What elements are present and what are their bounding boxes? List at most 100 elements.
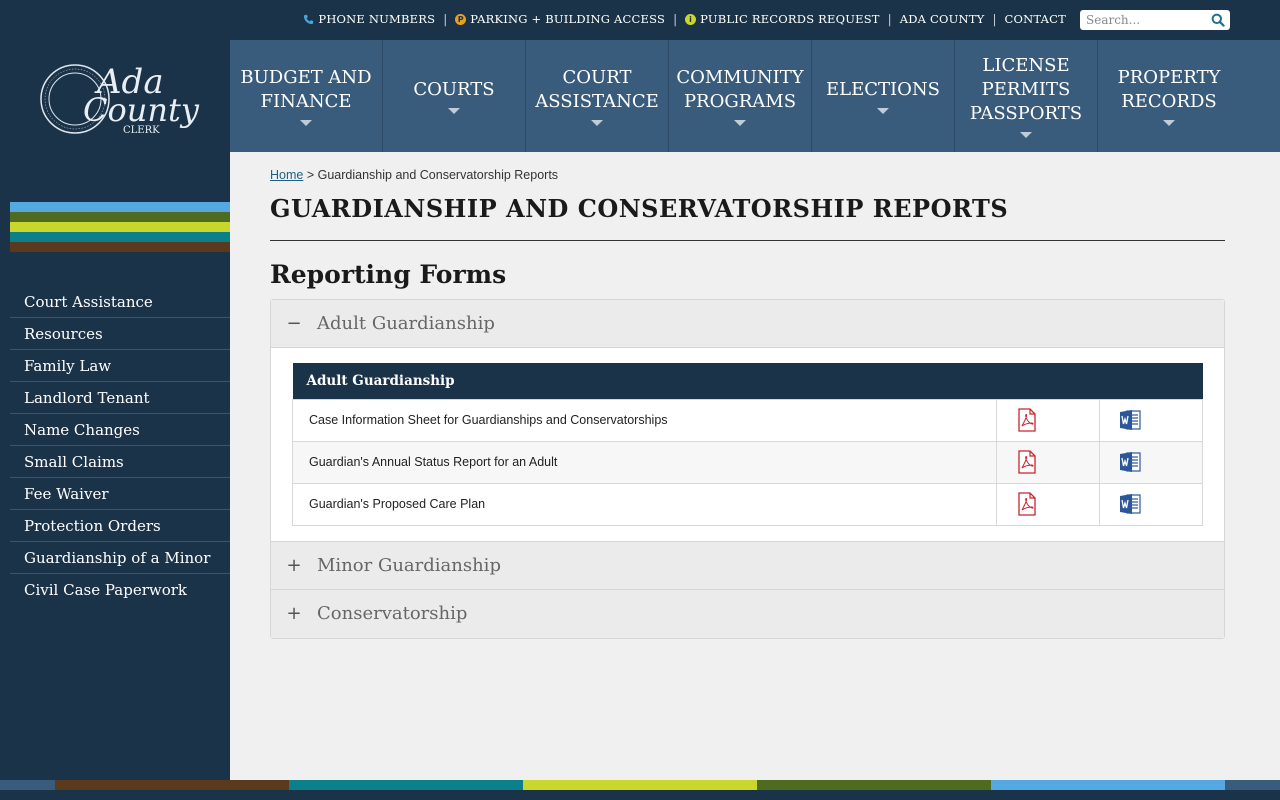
caret-down-icon	[300, 120, 312, 126]
accordion-title: Minor Guardianship	[317, 554, 501, 576]
logo-word-clerk: CLERK	[123, 125, 160, 136]
caret-down-icon	[1163, 120, 1175, 126]
phone-icon	[304, 14, 314, 24]
nav-label: PROPERTY RECORDS	[1117, 67, 1221, 112]
sidebar-item-family-law[interactable]: Family Law	[10, 350, 230, 382]
sidebar-item-fee-waiver[interactable]: Fee Waiver	[10, 478, 230, 510]
search-input[interactable]	[1086, 11, 1212, 29]
sidebar-item-court-assistance[interactable]: Court Assistance	[10, 286, 230, 318]
word-cell	[1099, 440, 1203, 484]
word-cell	[1099, 482, 1203, 526]
nav-label: COMMUNITY PROGRAMS	[676, 67, 804, 112]
parking-icon: P	[455, 13, 467, 25]
nav-elections[interactable]: ELECTIONS	[812, 40, 955, 152]
contact-link[interactable]: CONTACT	[1004, 12, 1066, 26]
caret-down-icon	[734, 120, 746, 126]
ada-county-label: ADA COUNTY	[899, 12, 985, 26]
page-title: GUARDIANSHIP AND CONSERVATORSHIP REPORTS	[270, 194, 1009, 223]
phone-numbers-label: PHONE NUMBERS	[318, 12, 436, 26]
pdf-icon[interactable]	[1015, 450, 1039, 474]
nav-property-records[interactable]: PROPERTY RECORDS	[1098, 40, 1240, 152]
caret-down-icon	[591, 120, 603, 126]
accordion-minor-guardianship-header[interactable]: + Minor Guardianship	[271, 541, 1224, 590]
pdf-cell	[996, 482, 1100, 526]
sidebar-item-resources[interactable]: Resources	[10, 318, 230, 350]
nav-community-programs[interactable]: COMMUNITY PROGRAMS	[669, 40, 812, 152]
word-icon[interactable]	[1118, 408, 1142, 432]
stripe-olive	[10, 212, 230, 222]
pdf-icon[interactable]	[1015, 492, 1039, 516]
ada-county-link[interactable]: ADA COUNTY	[900, 12, 985, 26]
stripe-lime	[10, 222, 230, 232]
nav-label: ELECTIONS	[826, 79, 940, 100]
public-records-link[interactable]: i PUBLIC RECORDS REQUEST	[685, 12, 880, 26]
sidebar-item-civil-case-paperwork[interactable]: Civil Case Paperwork	[10, 574, 230, 606]
breadcrumb-separator: >	[306, 168, 315, 182]
breadcrumb: Home > Guardianship and Conservatorship …	[270, 168, 558, 182]
search-icon[interactable]	[1211, 13, 1225, 27]
top-utility-bar: PHONE NUMBERS | P PARKING + BUILDING ACC…	[0, 0, 1280, 40]
footer-stripe-teal	[289, 780, 523, 790]
pdf-cell	[996, 398, 1100, 442]
pdf-icon[interactable]	[1015, 408, 1039, 432]
table-row: Guardian's Annual Status Report for an A…	[292, 440, 1203, 484]
utility-separator: |	[673, 12, 678, 26]
sidebar-item-name-changes[interactable]: Name Changes	[10, 414, 230, 446]
logo-word-county: County	[83, 91, 200, 129]
contact-label: CONTACT	[1004, 12, 1066, 26]
accordion-title: Conservatorship	[317, 603, 468, 624]
parking-access-link[interactable]: P PARKING + BUILDING ACCESS	[455, 12, 665, 26]
nav-court-assistance[interactable]: COURT ASSISTANCE	[526, 40, 669, 152]
sidebar-item-small-claims[interactable]: Small Claims	[10, 446, 230, 478]
utility-separator: |	[443, 12, 448, 26]
form-name: Case Information Sheet for Guardianships…	[292, 398, 997, 442]
left-column: Ada County CLERK Court Assistance Resour…	[10, 40, 230, 780]
caret-down-icon	[877, 108, 889, 114]
footer-stripe-slate	[0, 780, 55, 790]
adult-guardianship-forms-table: Adult Guardianship Case Information Shee…	[292, 363, 1203, 526]
reporting-forms-accordion: − Adult Guardianship Adult Guardianship …	[270, 299, 1225, 639]
caret-down-icon	[448, 108, 460, 114]
accordion-adult-guardianship-panel: Adult Guardianship Case Information Shee…	[271, 348, 1224, 542]
stripe-teal	[10, 232, 230, 242]
public-records-label: PUBLIC RECORDS REQUEST	[700, 12, 880, 26]
nav-courts[interactable]: COURTS	[383, 40, 526, 152]
sidebar-item-guardianship-minor[interactable]: Guardianship of a Minor	[10, 542, 230, 574]
form-name: Guardian's Annual Status Report for an A…	[292, 440, 997, 484]
breadcrumb-current: Guardianship and Conservatorship Reports	[317, 168, 559, 182]
word-cell	[1099, 398, 1203, 442]
nav-license-permits-passports[interactable]: LICENSE PERMITS PASSPORTS	[955, 40, 1098, 152]
accordion-conservatorship-header[interactable]: + Conservatorship	[271, 589, 1224, 638]
search-box	[1080, 10, 1230, 30]
phone-numbers-link[interactable]: PHONE NUMBERS	[303, 12, 435, 26]
main-content: Home > Guardianship and Conservatorship …	[230, 152, 1280, 780]
title-divider	[270, 240, 1225, 241]
nav-label: COURT ASSISTANCE	[535, 67, 659, 112]
sidebar-nav: Court Assistance Resources Family Law La…	[10, 286, 230, 606]
nav-budget-finance[interactable]: BUDGET AND FINANCE	[230, 40, 383, 152]
word-icon[interactable]	[1118, 450, 1142, 474]
word-icon[interactable]	[1118, 492, 1142, 516]
nav-label: COURTS	[413, 79, 495, 100]
pdf-cell	[996, 440, 1100, 484]
table-row: Case Information Sheet for Guardianships…	[292, 398, 1203, 442]
color-stripes	[10, 202, 230, 252]
accordion-adult-guardianship-header[interactable]: − Adult Guardianship	[271, 300, 1224, 348]
county-seal-logo: Ada County CLERK	[40, 62, 200, 136]
nav-label: BUDGET AND FINANCE	[240, 67, 372, 112]
nav-label: LICENSE PERMITS PASSPORTS	[969, 55, 1083, 124]
form-name: Guardian's Proposed Care Plan	[292, 482, 997, 526]
breadcrumb-home-link[interactable]: Home	[270, 168, 303, 182]
sidebar-item-landlord-tenant[interactable]: Landlord Tenant	[10, 382, 230, 414]
utility-separator: |	[992, 12, 997, 26]
sidebar-item-protection-orders[interactable]: Protection Orders	[10, 510, 230, 542]
footer-stripe-brown	[55, 780, 289, 790]
utility-separator: |	[887, 12, 892, 26]
footer-stripe-olive	[757, 780, 991, 790]
caret-down-icon	[1020, 132, 1032, 138]
table-header: Adult Guardianship	[292, 363, 1203, 399]
footer-color-stripes	[0, 780, 1280, 790]
section-heading: Reporting Forms	[270, 260, 507, 289]
ada-county-clerk-logo[interactable]: Ada County CLERK	[10, 40, 230, 152]
parking-access-label: PARKING + BUILDING ACCESS	[470, 12, 666, 26]
